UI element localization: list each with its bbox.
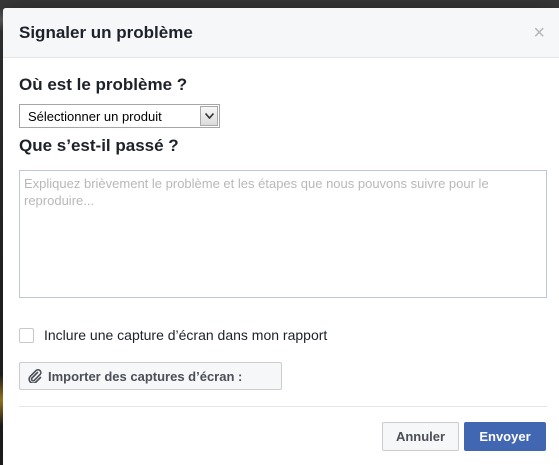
where-label: Où est le problème ? [19,75,188,94]
dialog-header: Signaler un problème × [3,8,559,58]
cancel-button[interactable]: Annuler [382,422,459,451]
send-button[interactable]: Envoyer [464,422,546,451]
product-select-value: Sélectionner un produit [28,109,162,124]
dialog-title: Signaler un problème [19,23,193,42]
include-screenshot-checkbox[interactable] [19,327,34,343]
paperclip-icon [28,369,42,383]
footer-divider [19,406,547,407]
screenshot-checkbox-row[interactable]: Inclure une capture d’écran dans mon rap… [19,326,327,344]
what-label: Que s’est-il passé ? [19,136,179,155]
import-screenshots-button[interactable]: Importer des captures d’écran : [19,362,282,390]
description-placeholder: Expliquez brièvement le problème et les … [24,176,489,208]
product-select[interactable]: Sélectionner un produit [19,104,220,128]
close-icon[interactable]: × [533,23,545,43]
description-textarea[interactable]: Expliquez brièvement le problème et les … [19,170,547,298]
include-screenshot-label[interactable]: Inclure une capture d’écran dans mon rap… [44,327,327,343]
chevron-down-icon[interactable] [200,106,218,126]
report-problem-dialog: Signaler un problème × Où est le problèm… [3,8,559,465]
import-screenshots-label: Importer des captures d’écran : [48,368,243,384]
